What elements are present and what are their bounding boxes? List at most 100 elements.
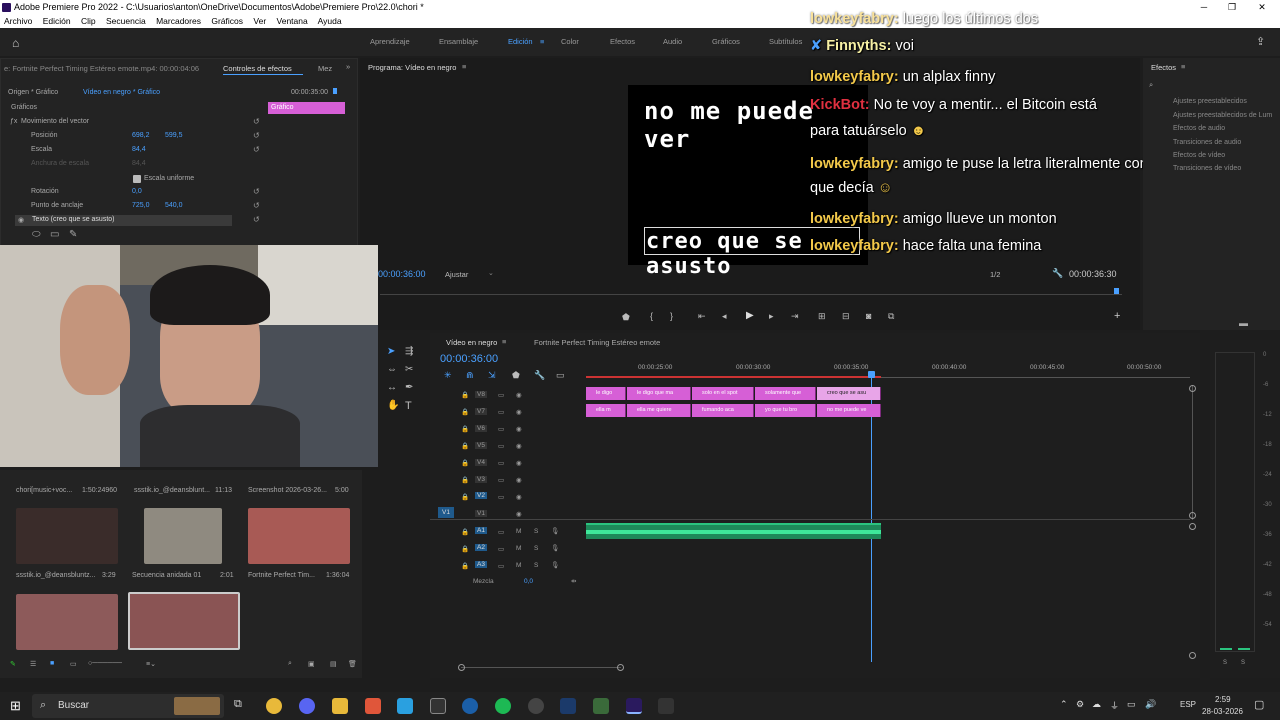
new-item-icon[interactable]: ▤ (330, 660, 337, 668)
ws-efectos[interactable]: Efectos (610, 37, 635, 46)
clock-time[interactable]: 2:59 (1215, 695, 1231, 704)
marker-icon[interactable]: ⬟ (622, 312, 630, 323)
type-tool-icon[interactable]: T (405, 400, 412, 412)
tab-sequence-black[interactable]: Vídeo en negro (446, 338, 497, 347)
sync-icon[interactable]: ▭ (498, 562, 504, 570)
sort-icon[interactable]: ≡⌄ (146, 660, 156, 668)
clip-v8[interactable]: solo en el spot (692, 387, 754, 400)
track-mix[interactable]: Mezcla 0,0 ⇹ (430, 576, 580, 592)
linked-selection-icon[interactable]: ⇲ (488, 370, 496, 381)
program-scrub-bar[interactable] (380, 294, 1122, 295)
snap-icon[interactable]: ⋒ (466, 370, 474, 381)
effects-item[interactable]: Efectos de audio (1173, 125, 1225, 132)
obs-icon[interactable] (430, 698, 446, 714)
clip-v7[interactable]: fumando aca (692, 404, 754, 417)
clock-date[interactable]: 28-03-2026 (1202, 707, 1243, 716)
scrollbar-handle-left[interactable] (458, 664, 465, 671)
sync-icon[interactable]: ▭ (498, 528, 504, 536)
solo-left-button[interactable]: S (1223, 660, 1227, 666)
trash-icon[interactable]: 🗑 (348, 660, 357, 668)
ws-audio[interactable]: Audio (663, 37, 682, 46)
network-icon[interactable]: ▭ (1127, 699, 1136, 710)
clip-v7[interactable]: ella m (586, 404, 626, 417)
selection-tool-icon[interactable]: ➤ (387, 346, 395, 357)
search-box[interactable]: ⌕ Buscar (32, 694, 224, 718)
close-button[interactable]: ✕ (1248, 0, 1276, 15)
lock-icon[interactable]: 🔒 (461, 459, 469, 467)
scroll-handle[interactable] (1189, 385, 1196, 392)
lock-icon[interactable]: 🔒 (461, 528, 469, 536)
eye-icon[interactable]: ◉ (18, 216, 24, 224)
program-timecode-left[interactable]: 00:00:36:00 (378, 269, 426, 279)
mix-end-icon[interactable]: ⇹ (571, 577, 576, 585)
mark-out-icon[interactable]: } (670, 311, 673, 321)
go-to-in-icon[interactable]: ⇤ (698, 311, 706, 322)
cloud-icon[interactable]: ☁ (1092, 699, 1101, 710)
eye-icon[interactable]: ◉ (516, 493, 522, 501)
timeline-timecode[interactable]: 00:00:36:00 (440, 353, 498, 365)
reset-icon[interactable]: ↺ (253, 187, 260, 196)
solo-right-button[interactable]: S (1241, 660, 1245, 666)
track-select-icon[interactable]: ⇶ (405, 346, 413, 357)
freeform-view-icon[interactable]: ▭ (70, 660, 77, 668)
microphone-icon[interactable]: 🎙 (551, 527, 559, 535)
compare-icon[interactable]: ⧉ (888, 311, 894, 322)
app-icon[interactable] (528, 698, 544, 714)
uniform-scale-checkbox[interactable] (133, 175, 141, 183)
rectangle-tool-icon[interactable]: ▭ (50, 229, 59, 240)
pen-tool-icon[interactable]: ✎ (69, 229, 77, 240)
clip-v8[interactable]: le digo que ma (627, 387, 691, 400)
origin-label[interactable]: Origen * Gráfico (8, 89, 58, 96)
steam-alt-icon[interactable] (560, 698, 576, 714)
sync-icon[interactable]: ▭ (498, 493, 504, 501)
notification-icon[interactable]: ▢ (1254, 698, 1264, 711)
lock-icon[interactable]: 🔒 (461, 442, 469, 450)
lift-icon[interactable]: ⊞ (818, 311, 826, 322)
position-x[interactable]: 698,2 (132, 132, 150, 139)
tab-mezclador[interactable]: Mez (318, 64, 332, 73)
project-thumbnail[interactable] (248, 508, 350, 564)
work-area-bar[interactable] (586, 376, 881, 378)
volume-icon[interactable]: 🔊 (1145, 699, 1156, 710)
ws-aprendizaje[interactable]: Aprendizaje (370, 37, 410, 46)
mute-button[interactable]: M (516, 545, 521, 552)
mute-button[interactable]: M (516, 562, 521, 569)
solo-button[interactable]: S (534, 545, 538, 552)
project-thumbnail[interactable] (16, 508, 118, 564)
row-vector-motion[interactable]: Movimiento del vector (21, 118, 89, 125)
sync-icon[interactable]: ▭ (498, 459, 504, 467)
track-v3[interactable]: 🔒 V3 ▭ ◉ (430, 473, 580, 489)
eye-icon[interactable]: ◉ (516, 391, 522, 399)
list-view-icon[interactable]: ☰ (30, 660, 36, 668)
video-scrollbar[interactable] (1192, 385, 1193, 520)
sync-icon[interactable]: ▭ (498, 442, 504, 450)
effects-item[interactable]: Ajustes preestablecidos (1173, 98, 1247, 105)
slip-tool-icon[interactable]: ↔ (387, 382, 397, 393)
scroll-handle[interactable] (1189, 652, 1196, 659)
source-patch-v1[interactable]: V1 (438, 507, 454, 518)
project-item-name[interactable]: Secuencia anidada 01 (132, 572, 201, 579)
settings-wrench-icon[interactable]: 🔧 (534, 370, 545, 381)
track-a1[interactable]: 🔒 A1 ▭ M S 🎙 (430, 525, 580, 541)
nest-icon[interactable]: ✳ (444, 370, 452, 381)
playhead-handle[interactable] (868, 371, 875, 378)
store-icon[interactable] (397, 698, 413, 714)
effects-title[interactable]: Efectos (1151, 63, 1176, 72)
menu-archivo[interactable]: Archivo (4, 16, 32, 26)
clip-v7[interactable]: no me puede ve (817, 404, 881, 417)
rotation-value[interactable]: 0,0 (132, 188, 142, 195)
search-icon[interactable]: ⌕ (1149, 80, 1153, 90)
tab-sequence-fortnite[interactable]: Fortnite Perfect Timing Estéreo emote (534, 338, 660, 347)
sync-icon[interactable]: ▭ (498, 408, 504, 416)
discord-icon[interactable] (299, 698, 315, 714)
reset-icon[interactable]: ↺ (253, 145, 260, 154)
track-v7[interactable]: 🔒 V7 ▭ ◉ (430, 405, 580, 421)
pencil-icon[interactable]: ✎ (10, 660, 16, 668)
steam-icon[interactable] (462, 698, 478, 714)
sync-icon[interactable]: ▭ (498, 391, 504, 399)
usb-icon[interactable]: ⏚ (1110, 699, 1119, 712)
mark-in-icon[interactable]: { (650, 311, 653, 321)
eye-icon[interactable]: ◉ (516, 459, 522, 467)
menu-marcadores[interactable]: Marcadores (156, 16, 201, 26)
track-v1[interactable]: V1 V1 ◉ (430, 507, 580, 523)
